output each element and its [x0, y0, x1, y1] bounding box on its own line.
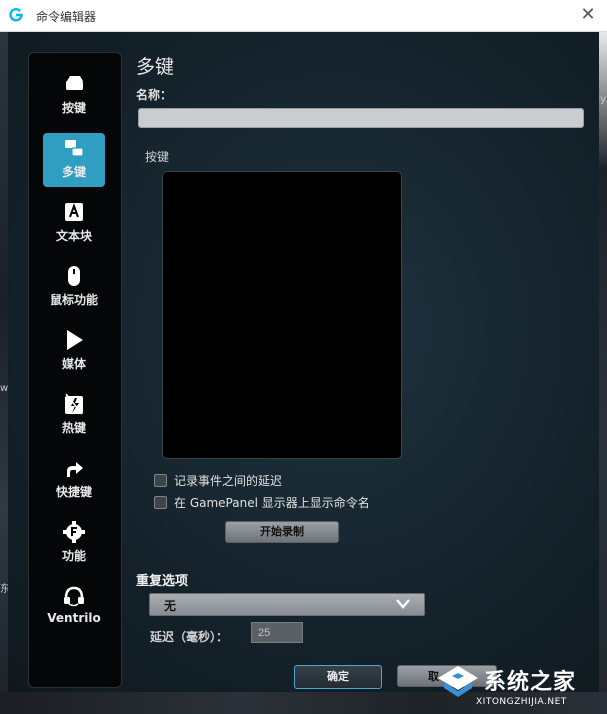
background-right-strip — [599, 32, 607, 714]
sidebar-item-hotkey[interactable]: 热键 — [43, 389, 105, 443]
close-icon[interactable]: ✕ — [575, 2, 601, 28]
hotkey-icon — [65, 393, 83, 415]
sidebar-item-label: Ventrilo — [47, 611, 101, 625]
sidebar-item-label: 媒体 — [61, 357, 86, 371]
sidebar-item-label: 文本块 — [55, 229, 92, 243]
sidebar-item-label: 热键 — [61, 421, 86, 435]
keystroke-list-box[interactable] — [162, 171, 402, 459]
watermark-url: XITONGZHIJIA.NET — [476, 697, 567, 707]
sidebar-item-ventrilo[interactable]: Ventrilo — [43, 581, 105, 635]
show-on-gamepanel-option[interactable]: 在 GamePanel 显示器上显示命令名 — [154, 494, 414, 512]
window-title: 命令编辑器 — [36, 10, 97, 24]
sidebar-item-label: 功能 — [61, 549, 86, 563]
text-block-icon — [65, 203, 83, 221]
sidebar-item-label: 鼠标功能 — [49, 293, 98, 307]
mouse-icon — [68, 266, 80, 286]
title-bar: 命令编辑器 ✕ — [0, 0, 607, 32]
shortcut-arrow-icon — [67, 462, 83, 477]
sidebar-item-multikey[interactable]: 多键 — [43, 133, 105, 187]
key-icon — [66, 76, 83, 90]
sidebar-item-text-block[interactable]: 文本块 — [43, 197, 105, 251]
logitech-logo-icon — [9, 8, 23, 22]
show-on-gamepanel-label: 在 GamePanel 显示器上显示命令名 — [174, 496, 370, 510]
ok-button[interactable]: 确定 — [294, 665, 382, 689]
background-left-strip — [0, 32, 8, 714]
command-type-sidebar: 按键 多键 文本块 鼠标功能 媒体 热键 快捷键 功能 Ventrilo — [28, 52, 122, 688]
record-delays-label: 记录事件之间的延迟 — [174, 474, 283, 488]
repeat-options-value: 无 — [164, 599, 177, 613]
chevron-down-icon — [396, 599, 410, 609]
sidebar-item-label: 按键 — [61, 101, 86, 115]
sidebar-item-label: 多键 — [61, 165, 86, 179]
sidebar-item-mouse-function[interactable]: 鼠标功能 — [43, 261, 105, 315]
record-delays-checkbox[interactable] — [154, 474, 167, 487]
sidebar-item-keystroke[interactable]: 按键 — [43, 69, 105, 123]
multi-key-icon — [65, 140, 84, 157]
delay-ms-field[interactable] — [251, 622, 303, 643]
play-icon — [67, 330, 83, 350]
sidebar-item-label: 快捷键 — [55, 485, 92, 499]
site-watermark: 系统之家 XITONGZHIJIA.NET — [436, 660, 604, 712]
sidebar-item-media[interactable]: 媒体 — [43, 325, 105, 379]
keys-label: 按键 — [145, 150, 170, 164]
start-recording-button[interactable]: 开始录制 — [225, 521, 339, 543]
watermark-name: 系统之家 — [484, 670, 577, 695]
command-editor-dialog: 按键 多键 文本块 鼠标功能 媒体 热键 快捷键 功能 Ventrilo 多键 … — [8, 32, 599, 692]
repeat-options-dropdown[interactable]: 无 — [149, 593, 425, 616]
watermark-logo-icon — [438, 666, 478, 697]
function-gear-icon — [63, 521, 85, 543]
sidebar-item-function[interactable]: 功能 — [43, 517, 105, 571]
headset-icon — [64, 586, 84, 607]
delay-label: 延迟（毫秒）： — [150, 630, 229, 644]
repeat-options-label: 重复选项 — [136, 574, 189, 589]
name-label: 名称： — [136, 88, 173, 102]
page-title: 多键 — [136, 56, 175, 78]
show-on-gamepanel-checkbox[interactable] — [154, 496, 167, 509]
name-field[interactable] — [138, 108, 584, 128]
sidebar-item-shortcut[interactable]: 快捷键 — [43, 453, 105, 507]
background-text-fragment: w — [0, 383, 9, 394]
record-delays-option[interactable]: 记录事件之间的延迟 — [154, 472, 354, 490]
